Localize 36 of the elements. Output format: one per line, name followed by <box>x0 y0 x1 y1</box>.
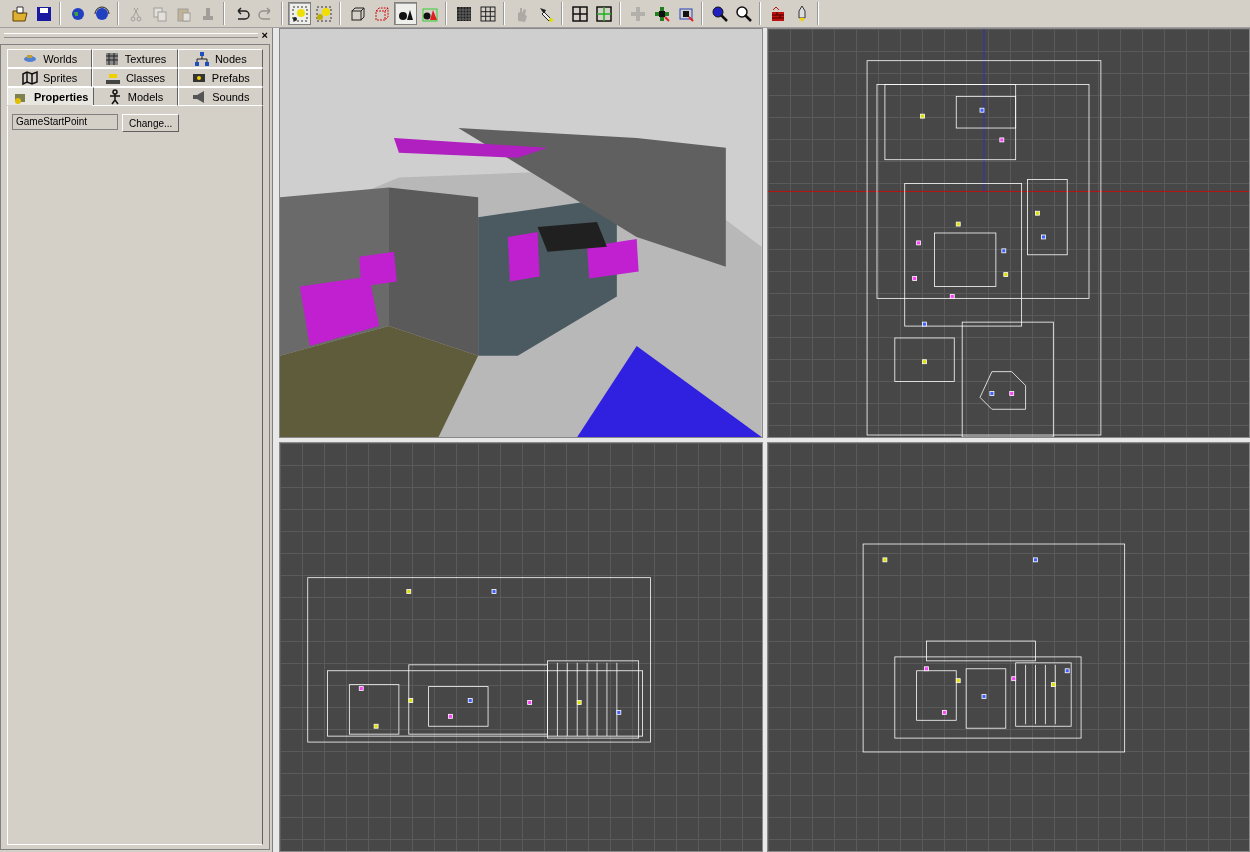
select-point-icon <box>290 4 309 23</box>
save-icon <box>34 4 53 23</box>
panel-tab[interactable]: Prefabs <box>177 68 263 87</box>
viewport-panel[interactable] <box>766 28 1250 438</box>
wire-cube-icon <box>348 4 367 23</box>
viewport-panel[interactable] <box>766 442 1250 852</box>
add-block-icon <box>652 4 671 23</box>
panel-tab[interactable]: Classes <box>92 68 178 87</box>
change-button[interactable]: Change... <box>122 114 180 132</box>
dashed-cube-icon <box>372 4 391 23</box>
panel-tab[interactable]: Properties <box>7 87 95 105</box>
nodes-icon <box>193 50 210 67</box>
panel-tab[interactable]: Worlds <box>7 49 93 68</box>
layout-cross-icon <box>594 4 613 23</box>
viewport-panel[interactable] <box>279 442 763 852</box>
class-field[interactable]: GameStartPoint <box>12 114 118 130</box>
globe-refresh-icon <box>92 4 111 23</box>
grid-dense-icon <box>454 4 473 23</box>
toolbar-button[interactable] <box>288 2 311 25</box>
map-icon <box>22 69 39 86</box>
toolbar-button[interactable] <box>394 2 417 25</box>
open-icon <box>10 4 29 23</box>
panel-tab[interactable]: Textures <box>92 49 178 68</box>
layout-icon <box>570 4 589 23</box>
textures-icon <box>103 50 120 67</box>
close-button[interactable]: × <box>261 30 268 40</box>
panel-tab[interactable]: Models <box>92 87 178 106</box>
panel-tab[interactable]: Sprites <box>7 68 93 87</box>
grid-sparse-icon <box>478 4 497 23</box>
panel-tab[interactable]: Sounds <box>177 87 263 106</box>
copy-icon <box>150 4 169 23</box>
add-icon <box>628 4 647 23</box>
zoom-icon <box>734 4 753 23</box>
panel-tab[interactable]: Nodes <box>177 49 263 68</box>
zoom-filled-icon <box>710 4 729 23</box>
select-multi-icon <box>314 4 333 23</box>
